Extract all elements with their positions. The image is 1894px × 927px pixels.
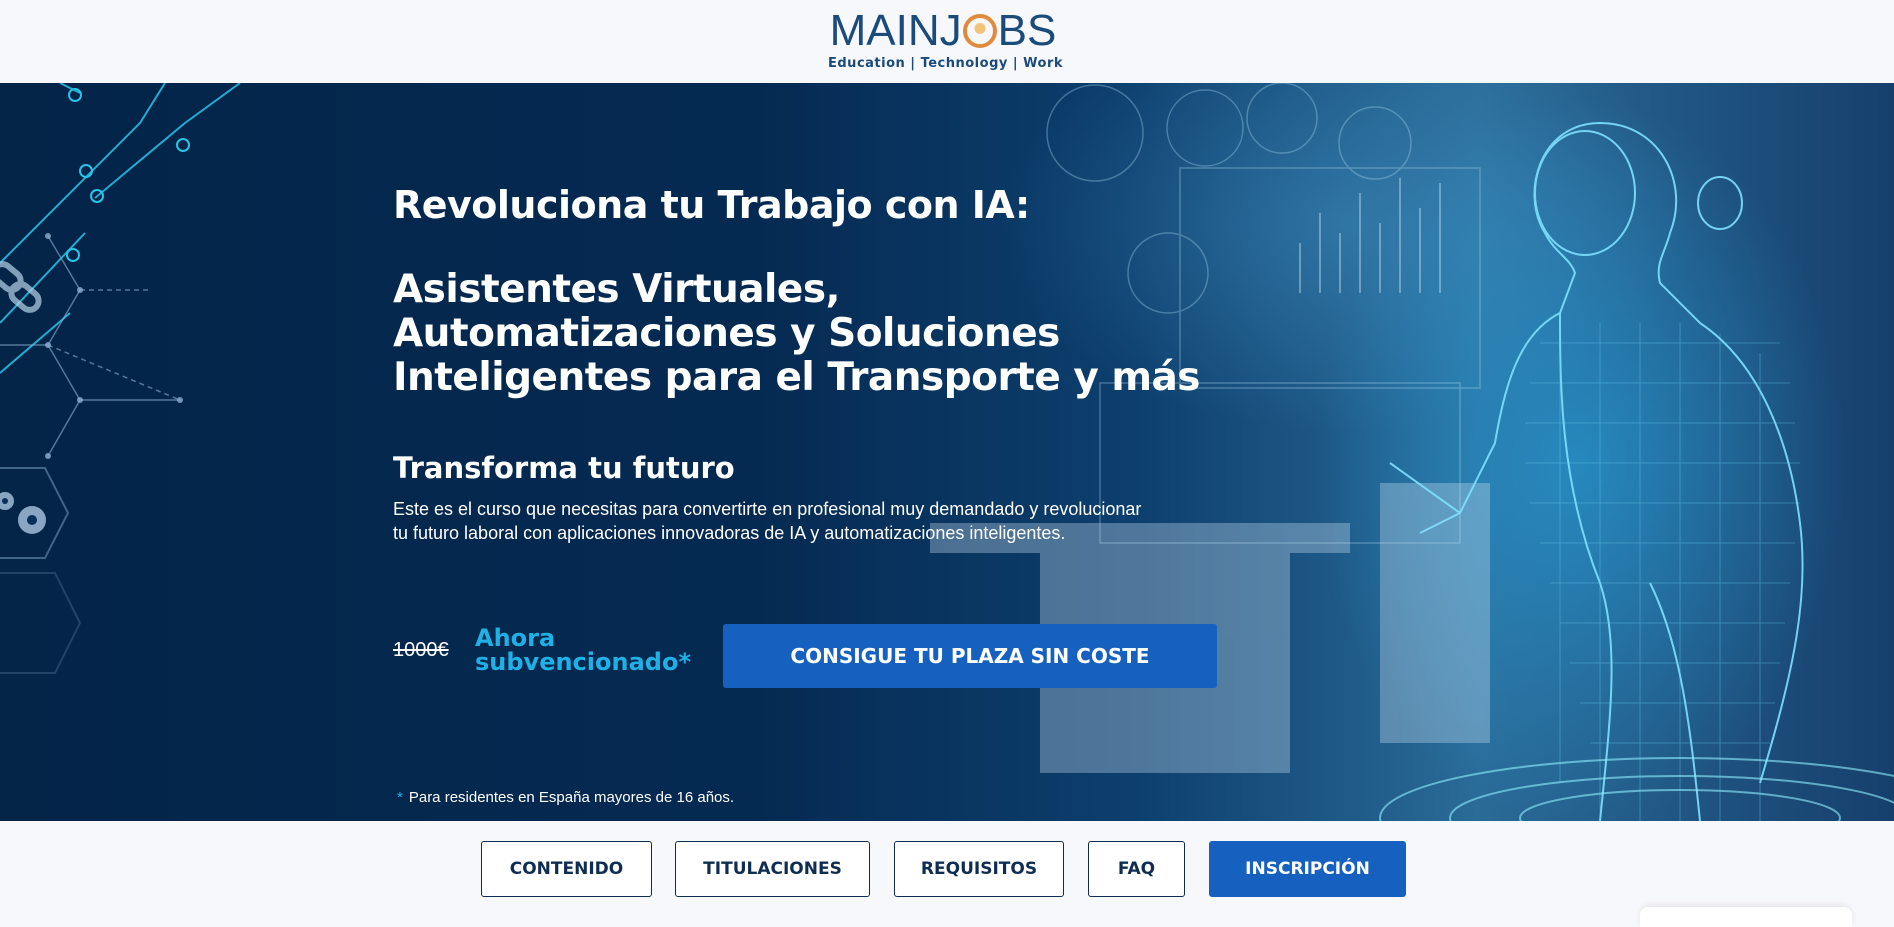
footnote-asterisk: * <box>397 789 403 806</box>
hero-banner: Revoluciona tu Trabajo con IA: Asistente… <box>0 83 1894 821</box>
mainjobs-logo[interactable]: MAINJ BS Education | Technology | Work <box>828 6 1064 74</box>
section-title: Transforma tu futuro <box>393 451 735 485</box>
old-price: 1000€ <box>393 639 449 661</box>
nav-titulaciones-button[interactable]: TITULACIONES <box>675 841 870 897</box>
nav-contenido-button[interactable]: CONTENIDO <box>481 841 652 897</box>
logo-tagline: Education | Technology | Work <box>828 56 1064 71</box>
subsidized-label: Ahora subvencionado* <box>475 624 691 676</box>
hero-title: Revoluciona tu Trabajo con IA: <box>393 183 1030 227</box>
logo-o-icon <box>962 14 997 48</box>
nav-faq-button[interactable]: FAQ <box>1088 841 1185 897</box>
get-place-button[interactable]: CONSIGUE TU PLAZA SIN COSTE <box>723 624 1217 688</box>
nav-requisitos-button[interactable]: REQUISITOS <box>894 841 1064 897</box>
gear-icon <box>0 492 46 534</box>
floating-widget[interactable] <box>1640 907 1852 927</box>
section-nav: CONTENIDO TITULACIONES REQUISITOS FAQ IN… <box>0 821 1894 927</box>
logo-wordmark: MAINJ BS <box>829 6 1057 55</box>
nav-inscripcion-button[interactable]: INSCRIPCIÓN <box>1209 841 1406 897</box>
hero-subtitle: Asistentes Virtuales, Automatizaciones y… <box>393 267 1201 400</box>
site-header: MAINJ BS Education | Technology | Work <box>0 0 1894 83</box>
footnote: * Para residentes en España mayores de 16… <box>397 789 735 806</box>
hero-description: Este es el curso que necesitas para conv… <box>393 499 1142 543</box>
